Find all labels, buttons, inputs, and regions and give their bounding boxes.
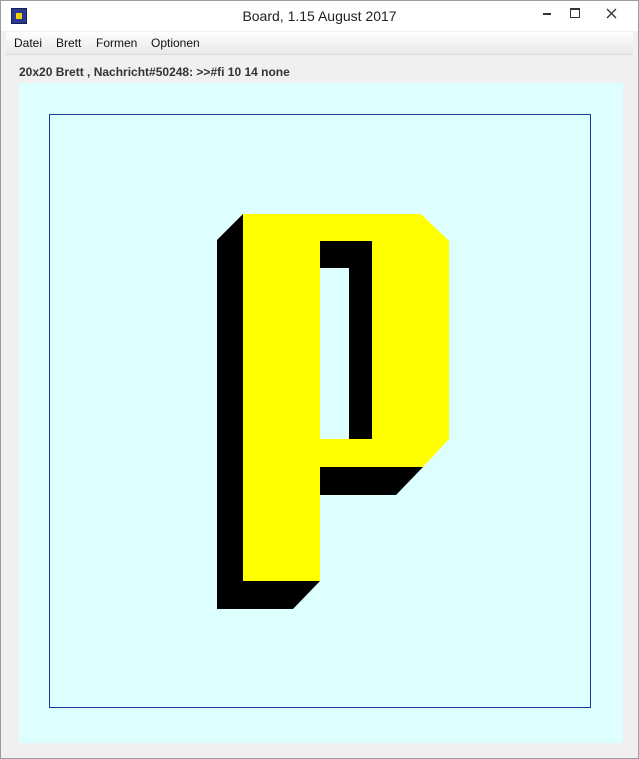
- maximize-icon[interactable]: [561, 1, 589, 25]
- menu-datei[interactable]: Datei: [14, 32, 42, 54]
- app-window: Board, 1.15 August 2017 Datei Brett Form…: [0, 0, 639, 759]
- status-message: 20x20 Brett , Nachricht#50248: >>#fi 10 …: [19, 65, 290, 79]
- close-icon[interactable]: [589, 1, 634, 25]
- menu-bar: Datei Brett Formen Optionen: [6, 32, 633, 55]
- letter-p-glyph: [217, 214, 449, 609]
- minimize-icon[interactable]: [533, 1, 561, 25]
- title-bar[interactable]: Board, 1.15 August 2017: [1, 1, 638, 31]
- menu-brett[interactable]: Brett: [56, 32, 81, 54]
- menu-formen[interactable]: Formen: [96, 32, 137, 54]
- letter-p-counter: [320, 268, 349, 439]
- letter-p-bowl-shadow: [320, 467, 423, 495]
- board-canvas[interactable]: [19, 83, 623, 743]
- menu-optionen[interactable]: Optionen: [151, 32, 200, 54]
